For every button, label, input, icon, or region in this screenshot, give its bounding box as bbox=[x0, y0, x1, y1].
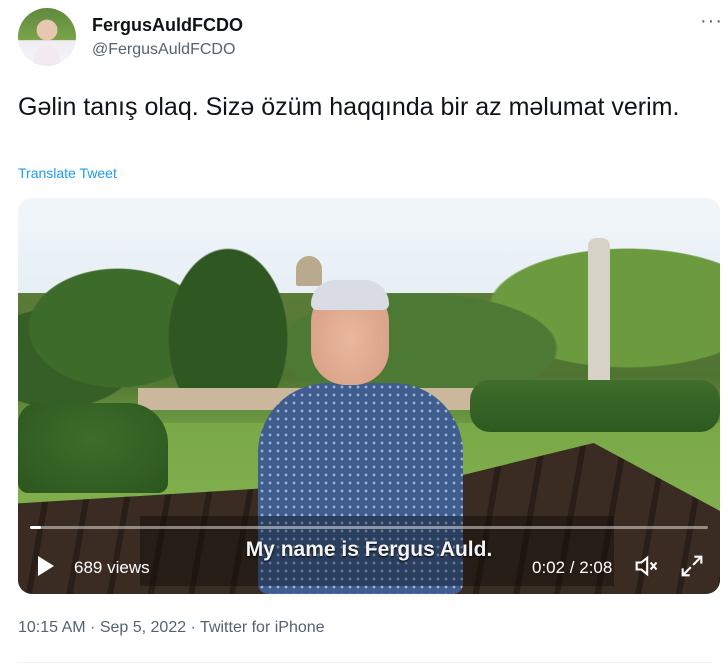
avatar[interactable] bbox=[18, 8, 76, 66]
tweet-timestamp[interactable]: 10:15 AM · Sep 5, 2022 · Twitter for iPh… bbox=[18, 619, 325, 637]
translate-tweet-link[interactable]: Translate Tweet bbox=[18, 165, 117, 181]
video-time: 0:02 / 2:08 bbox=[532, 558, 613, 577]
tweet-text: Gəlin tanış olaq. Sizə özüm haqqında bir… bbox=[18, 93, 680, 121]
author-display-name[interactable]: FergusAuldFCDO bbox=[92, 15, 243, 36]
view-count: 689 views bbox=[74, 558, 150, 577]
volume-icon[interactable] bbox=[632, 552, 660, 580]
more-options-icon[interactable]: ··· bbox=[700, 10, 723, 33]
author-handle[interactable]: @FergusAuldFCDO bbox=[92, 41, 235, 59]
video-progress-fill bbox=[30, 526, 41, 529]
video-player[interactable]: My name is Fergus Auld. 689 views 0:02 /… bbox=[18, 198, 720, 594]
divider bbox=[18, 662, 712, 663]
fullscreen-icon[interactable] bbox=[678, 552, 706, 580]
video-progress-bar[interactable] bbox=[30, 526, 708, 529]
play-icon[interactable] bbox=[38, 556, 54, 576]
